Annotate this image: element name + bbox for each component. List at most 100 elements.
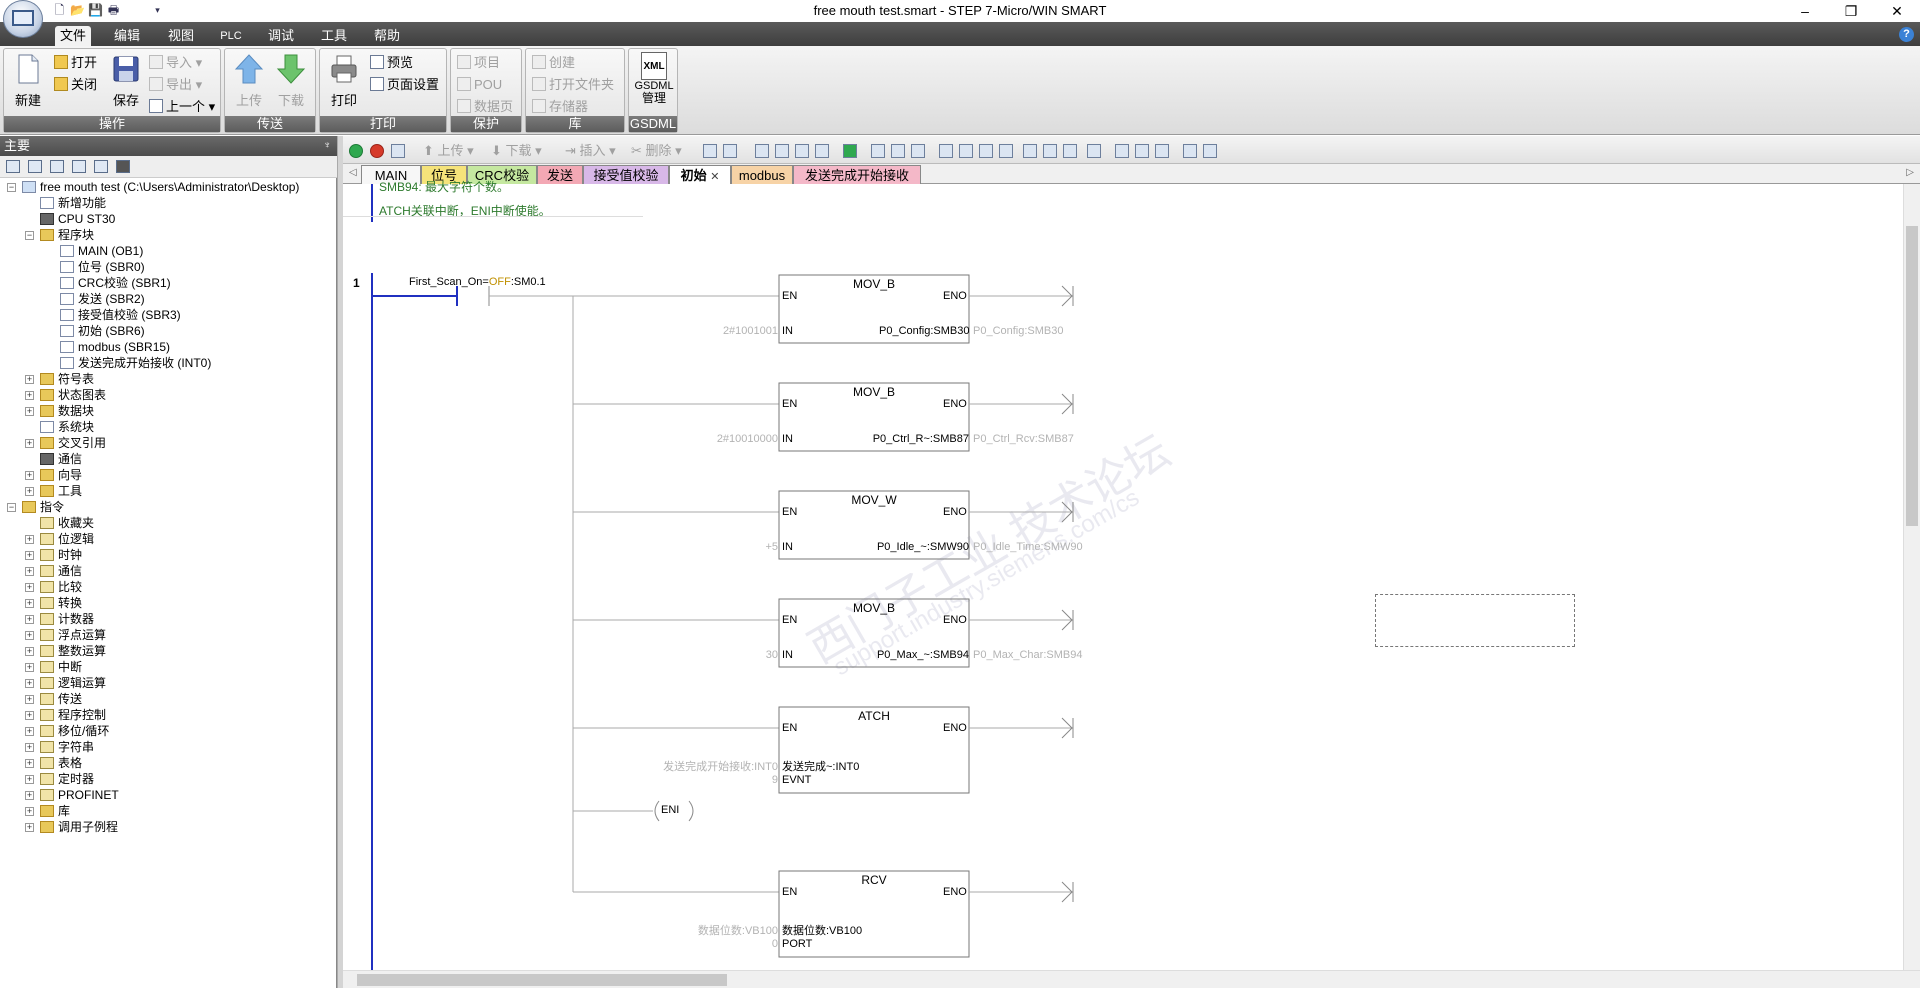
tree-tool-1-icon[interactable] bbox=[6, 160, 20, 173]
preview-button[interactable]: 预览 bbox=[370, 53, 413, 73]
tree-item-project[interactable]: 系统块 bbox=[40, 419, 94, 435]
block-title[interactable]: RCV bbox=[779, 873, 969, 887]
expand-icon[interactable]: + bbox=[25, 759, 34, 768]
tree-item-instruction[interactable]: + 逻辑运算 bbox=[25, 675, 106, 691]
collapse-icon[interactable]: − bbox=[25, 231, 34, 240]
tree-item-program[interactable]: 发送完成开始接收 (INT0) bbox=[60, 355, 211, 371]
expand-icon[interactable]: + bbox=[25, 711, 34, 720]
evnt-value[interactable]: 9 bbox=[738, 774, 778, 786]
vertical-scrollbar[interactable] bbox=[1903, 184, 1920, 970]
expand-icon[interactable]: + bbox=[25, 727, 34, 736]
in-value[interactable]: +5 bbox=[718, 541, 778, 553]
delete-tool-button[interactable]: ✂ 删除 ▾ bbox=[631, 143, 682, 159]
block-title[interactable]: MOV_B bbox=[779, 601, 969, 615]
expand-icon[interactable]: + bbox=[25, 471, 34, 480]
cross-ref-icon[interactable] bbox=[1203, 144, 1217, 158]
tree-item-instruction[interactable]: + 通信 bbox=[25, 563, 82, 579]
out-value[interactable]: P0_Config:SMB30 bbox=[879, 325, 970, 337]
tabs-scroll-right-icon[interactable]: ▷ bbox=[1906, 167, 1914, 178]
tree-item-instruction[interactable]: + 库 bbox=[25, 803, 70, 819]
tab-edit[interactable]: 编辑 bbox=[109, 26, 145, 46]
tree-item-instruction[interactable]: + 字符串 bbox=[25, 739, 94, 755]
block-title[interactable]: MOV_W bbox=[779, 493, 969, 507]
new-button[interactable]: 新建 bbox=[8, 53, 48, 109]
bookmark-next-icon[interactable] bbox=[795, 144, 809, 158]
monitor-icon[interactable] bbox=[703, 144, 717, 158]
tab-file[interactable]: 文件 bbox=[55, 26, 91, 46]
tree-tool-3-icon[interactable] bbox=[50, 160, 64, 173]
tree-item-project[interactable]: + 数据块 bbox=[25, 403, 94, 419]
data-page-button[interactable]: 数据页 bbox=[457, 97, 513, 117]
expand-icon[interactable]: + bbox=[25, 487, 34, 496]
expand-icon[interactable]: + bbox=[25, 823, 34, 832]
open-folder-button[interactable]: 打开文件夹 bbox=[532, 75, 614, 95]
expand-icon[interactable]: + bbox=[25, 407, 34, 416]
close-button[interactable]: ✕ bbox=[1874, 0, 1920, 22]
tree-tool-2-icon[interactable] bbox=[28, 160, 42, 173]
close-project-button[interactable]: 关闭 bbox=[54, 75, 97, 95]
eni-coil-label[interactable]: ENI bbox=[661, 804, 679, 816]
tree-item-program[interactable]: modbus (SBR15) bbox=[60, 339, 170, 355]
export-button[interactable]: 导出 ▾ bbox=[149, 75, 202, 95]
tree-item-instruction[interactable]: 收藏夹 bbox=[40, 515, 94, 531]
port-value[interactable]: 0 bbox=[738, 938, 778, 950]
tree-item-instruction[interactable]: + 调用子例程 bbox=[25, 819, 118, 835]
expand-icon[interactable]: + bbox=[25, 647, 34, 656]
compile-icon[interactable] bbox=[391, 144, 405, 158]
download-tool-button[interactable]: ⬇ 下载 ▾ bbox=[491, 143, 542, 159]
in-value[interactable]: 2#1001001 bbox=[683, 325, 778, 337]
tree-item-instruction[interactable]: + 程序控制 bbox=[25, 707, 106, 723]
tree-item-instruction[interactable]: + 定时器 bbox=[25, 771, 94, 787]
horizontal-scrollbar[interactable] bbox=[343, 970, 1920, 988]
symbol-icon[interactable] bbox=[871, 144, 885, 158]
maximize-button[interactable]: ❐ bbox=[1828, 0, 1874, 22]
tree-item-instruction[interactable]: + 中断 bbox=[25, 659, 82, 675]
upload-tool-button[interactable]: ⬆ 上传 ▾ bbox=[423, 143, 474, 159]
pou-button[interactable]: POU bbox=[457, 75, 502, 95]
tree-item-project[interactable]: + 工具 bbox=[25, 483, 82, 499]
expand-icon[interactable]: + bbox=[25, 535, 34, 544]
expand-icon[interactable]: + bbox=[25, 439, 34, 448]
tab-modbus[interactable]: modbus bbox=[731, 165, 793, 184]
tree-item-instructions[interactable]: − 指令 bbox=[7, 499, 64, 515]
tab-close-icon[interactable]: ✕ bbox=[710, 171, 719, 183]
pou-properties-icon[interactable] bbox=[1155, 144, 1169, 158]
vertical-scroll-thumb[interactable] bbox=[1906, 226, 1918, 526]
import-button[interactable]: 导入 ▾ bbox=[149, 53, 202, 73]
tree-item-instruction[interactable]: + 传送 bbox=[25, 691, 82, 707]
selection-box[interactable] bbox=[1375, 594, 1575, 647]
tree-item-program[interactable]: 发送 (SBR2) bbox=[60, 291, 145, 307]
expand-icon[interactable]: + bbox=[25, 615, 34, 624]
tab-send-complete[interactable]: 发送完成开始接收 bbox=[793, 165, 921, 184]
expand-icon[interactable]: + bbox=[25, 631, 34, 640]
tree-item-program[interactable]: 接受值校验 (SBR3) bbox=[60, 307, 181, 323]
expand-icon[interactable]: + bbox=[25, 679, 34, 688]
expand-icon[interactable]: + bbox=[25, 743, 34, 752]
tree-item-project[interactable]: + 交叉引用 bbox=[25, 435, 106, 451]
tree-item-instruction[interactable]: + 浮点运算 bbox=[25, 627, 106, 643]
tab-send[interactable]: 发送 bbox=[537, 165, 583, 184]
tab-debug[interactable]: 调试 bbox=[263, 26, 299, 46]
symbol-table-icon[interactable] bbox=[891, 144, 905, 158]
line-down-icon[interactable] bbox=[959, 144, 973, 158]
pin-icon[interactable]: ♆ bbox=[324, 136, 332, 156]
upload-button[interactable]: 上传 bbox=[229, 53, 269, 109]
tab-view[interactable]: 视图 bbox=[163, 26, 199, 46]
expand-icon[interactable]: + bbox=[25, 775, 34, 784]
tree-item-instruction[interactable]: + 表格 bbox=[25, 755, 82, 771]
branch-icon[interactable] bbox=[939, 144, 953, 158]
expand-icon[interactable]: + bbox=[25, 695, 34, 704]
box-icon[interactable] bbox=[1063, 144, 1077, 158]
tree-item-project[interactable]: + 向导 bbox=[25, 467, 82, 483]
tree-item-program[interactable]: 初始 (SBR6) bbox=[60, 323, 145, 339]
in-value[interactable]: 2#10010000 bbox=[678, 433, 778, 445]
properties-icon[interactable] bbox=[1135, 144, 1149, 158]
tree-item-instruction[interactable]: + 转换 bbox=[25, 595, 82, 611]
tree-item-project[interactable]: + 符号表 bbox=[25, 371, 94, 387]
block-title[interactable]: ATCH bbox=[779, 709, 969, 723]
navigate-icon[interactable] bbox=[843, 144, 857, 158]
table-icon[interactable] bbox=[1115, 144, 1129, 158]
stop-icon[interactable] bbox=[370, 144, 384, 158]
tree-item-project[interactable]: + 状态图表 bbox=[25, 387, 106, 403]
tree-tool-6-icon[interactable] bbox=[116, 160, 130, 173]
